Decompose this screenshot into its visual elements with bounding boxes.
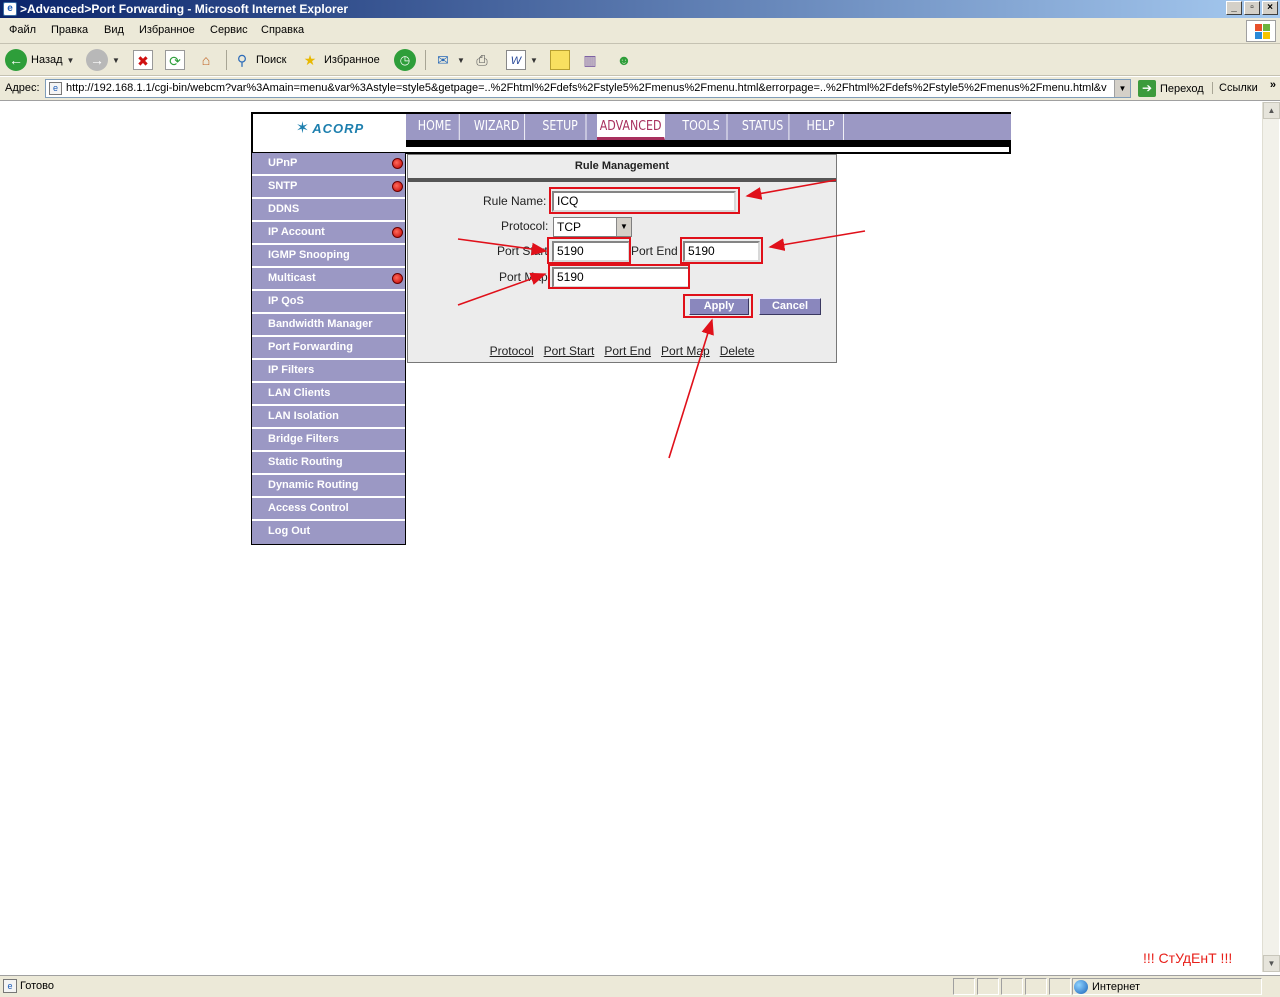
status-panel xyxy=(1025,978,1047,995)
internet-globe-icon xyxy=(1074,980,1088,994)
status-panel xyxy=(1001,978,1023,995)
page-done-icon: e xyxy=(3,979,17,993)
arrow-to-port-start xyxy=(457,238,548,256)
annotation-arrows xyxy=(457,179,866,459)
status-text: Готово xyxy=(20,980,54,992)
status-bar: e Готово Интернет xyxy=(0,975,1280,997)
zone-label: Интернет xyxy=(1092,981,1140,993)
arrow-to-apply xyxy=(668,318,714,459)
arrow-to-port-map xyxy=(457,272,547,306)
arrow-to-port-end xyxy=(768,230,866,251)
status-panel xyxy=(953,978,975,995)
status-panel xyxy=(1049,978,1071,995)
status-panel xyxy=(977,978,999,995)
security-zone: Интернет xyxy=(1074,980,1140,994)
watermark-text: !!! СтУдЕнТ !!! xyxy=(1143,950,1233,966)
arrow-to-rule-name xyxy=(745,179,837,200)
